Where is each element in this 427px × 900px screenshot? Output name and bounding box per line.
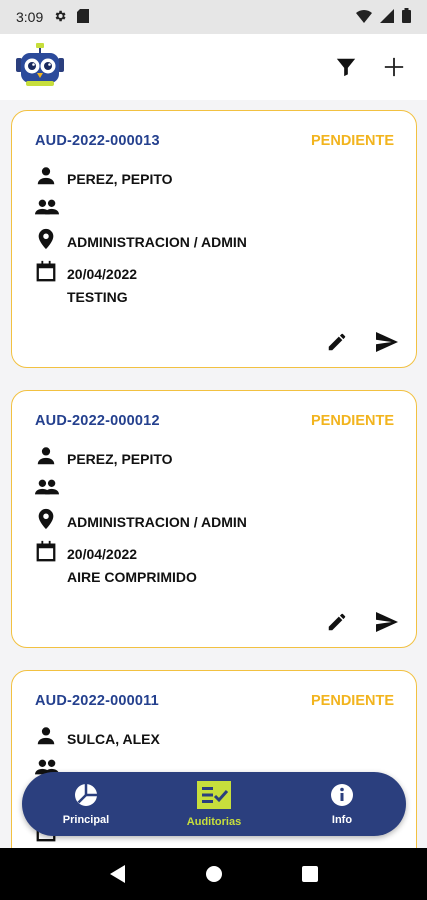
checklist-icon <box>197 780 231 814</box>
edit-pencil-icon[interactable] <box>326 611 348 633</box>
edit-pencil-icon[interactable] <box>326 331 348 353</box>
auditor-row: PEREZ, PEPITO <box>35 445 173 472</box>
bottom-nav: Principal Auditorias Info <box>22 772 406 836</box>
back-triangle-icon[interactable] <box>109 865 126 883</box>
pie-chart-icon <box>74 783 98 812</box>
location-pin-icon <box>35 507 57 536</box>
signal-icon <box>380 8 394 26</box>
location-pin-icon <box>35 227 57 256</box>
send-icon[interactable] <box>374 611 400 633</box>
auditor-row: PEREZ, PEPITO <box>35 165 173 192</box>
nav-label-auditorias: Auditorias <box>186 815 242 828</box>
audit-date: 20/04/2022 <box>67 265 138 282</box>
person-icon <box>35 445 57 472</box>
area-name: ADMINISTRACION / ADMIN <box>67 233 247 250</box>
date-row: 20/04/2022 <box>35 539 137 568</box>
status-badge: PENDIENTE <box>311 413 394 429</box>
status-badge: PENDIENTE <box>311 133 394 149</box>
gear-icon <box>53 9 67 26</box>
audit-date: 20/04/2022 <box>67 545 138 562</box>
home-circle-icon[interactable] <box>205 865 223 883</box>
audit-list: AUD-2022-000013 PENDIENTE PEREZ, PEPITO … <box>0 100 427 848</box>
app-bar <box>0 34 427 100</box>
nav-item-info[interactable]: Info <box>292 783 392 826</box>
area-row: ADMINISTRACION / ADMIN <box>35 507 247 536</box>
info-icon <box>330 783 354 812</box>
filter-icon[interactable] <box>335 56 357 78</box>
calendar-icon <box>35 259 57 288</box>
people-icon <box>35 196 59 223</box>
wifi-icon <box>356 9 372 26</box>
nav-item-principal[interactable]: Principal <box>36 783 136 826</box>
description-row: TESTING <box>35 287 128 307</box>
auditor-name: PEREZ, PEPITO <box>67 450 173 467</box>
description-row: AIRE COMPRIMIDO <box>35 567 197 587</box>
date-row: 20/04/2022 <box>35 259 137 288</box>
audit-code: AUD-2022-000013 <box>35 133 160 149</box>
team-row <box>35 196 59 223</box>
status-badge: PENDIENTE <box>311 693 394 709</box>
nav-label-info: Info <box>331 813 353 826</box>
person-icon <box>35 165 57 192</box>
send-icon[interactable] <box>374 331 400 353</box>
audit-card[interactable]: AUD-2022-000013 PENDIENTE PEREZ, PEPITO … <box>11 110 417 368</box>
calendar-icon <box>35 539 57 568</box>
system-nav-bar <box>0 848 427 900</box>
person-icon <box>35 725 57 752</box>
add-icon[interactable] <box>383 56 405 78</box>
status-time: 3:09 <box>16 9 44 25</box>
sd-card-icon <box>77 8 90 26</box>
people-icon <box>35 476 59 503</box>
card-actions <box>326 611 400 633</box>
card-actions <box>326 331 400 353</box>
area-row: ADMINISTRACION / ADMIN <box>35 227 247 256</box>
status-bar: 3:09 <box>0 0 427 34</box>
nav-label-principal: Principal <box>62 813 110 826</box>
auditor-row: SULCA, ALEX <box>35 725 160 752</box>
audit-description: AIRE COMPRIMIDO <box>67 569 197 585</box>
audit-code: AUD-2022-000011 <box>35 693 159 709</box>
area-name: ADMINISTRACION / ADMIN <box>67 513 247 530</box>
audit-code: AUD-2022-000012 <box>35 413 160 429</box>
battery-icon <box>402 8 411 26</box>
audit-description: TESTING <box>67 289 128 305</box>
audit-card[interactable]: AUD-2022-000012 PENDIENTE PEREZ, PEPITO … <box>11 390 417 648</box>
auditor-name: PEREZ, PEPITO <box>67 170 173 187</box>
auditor-name: SULCA, ALEX <box>67 730 160 747</box>
owl-robot-logo <box>12 42 68 93</box>
nav-item-auditorias[interactable]: Auditorias <box>164 780 264 828</box>
team-row <box>35 476 59 503</box>
recents-square-icon[interactable] <box>301 866 318 882</box>
